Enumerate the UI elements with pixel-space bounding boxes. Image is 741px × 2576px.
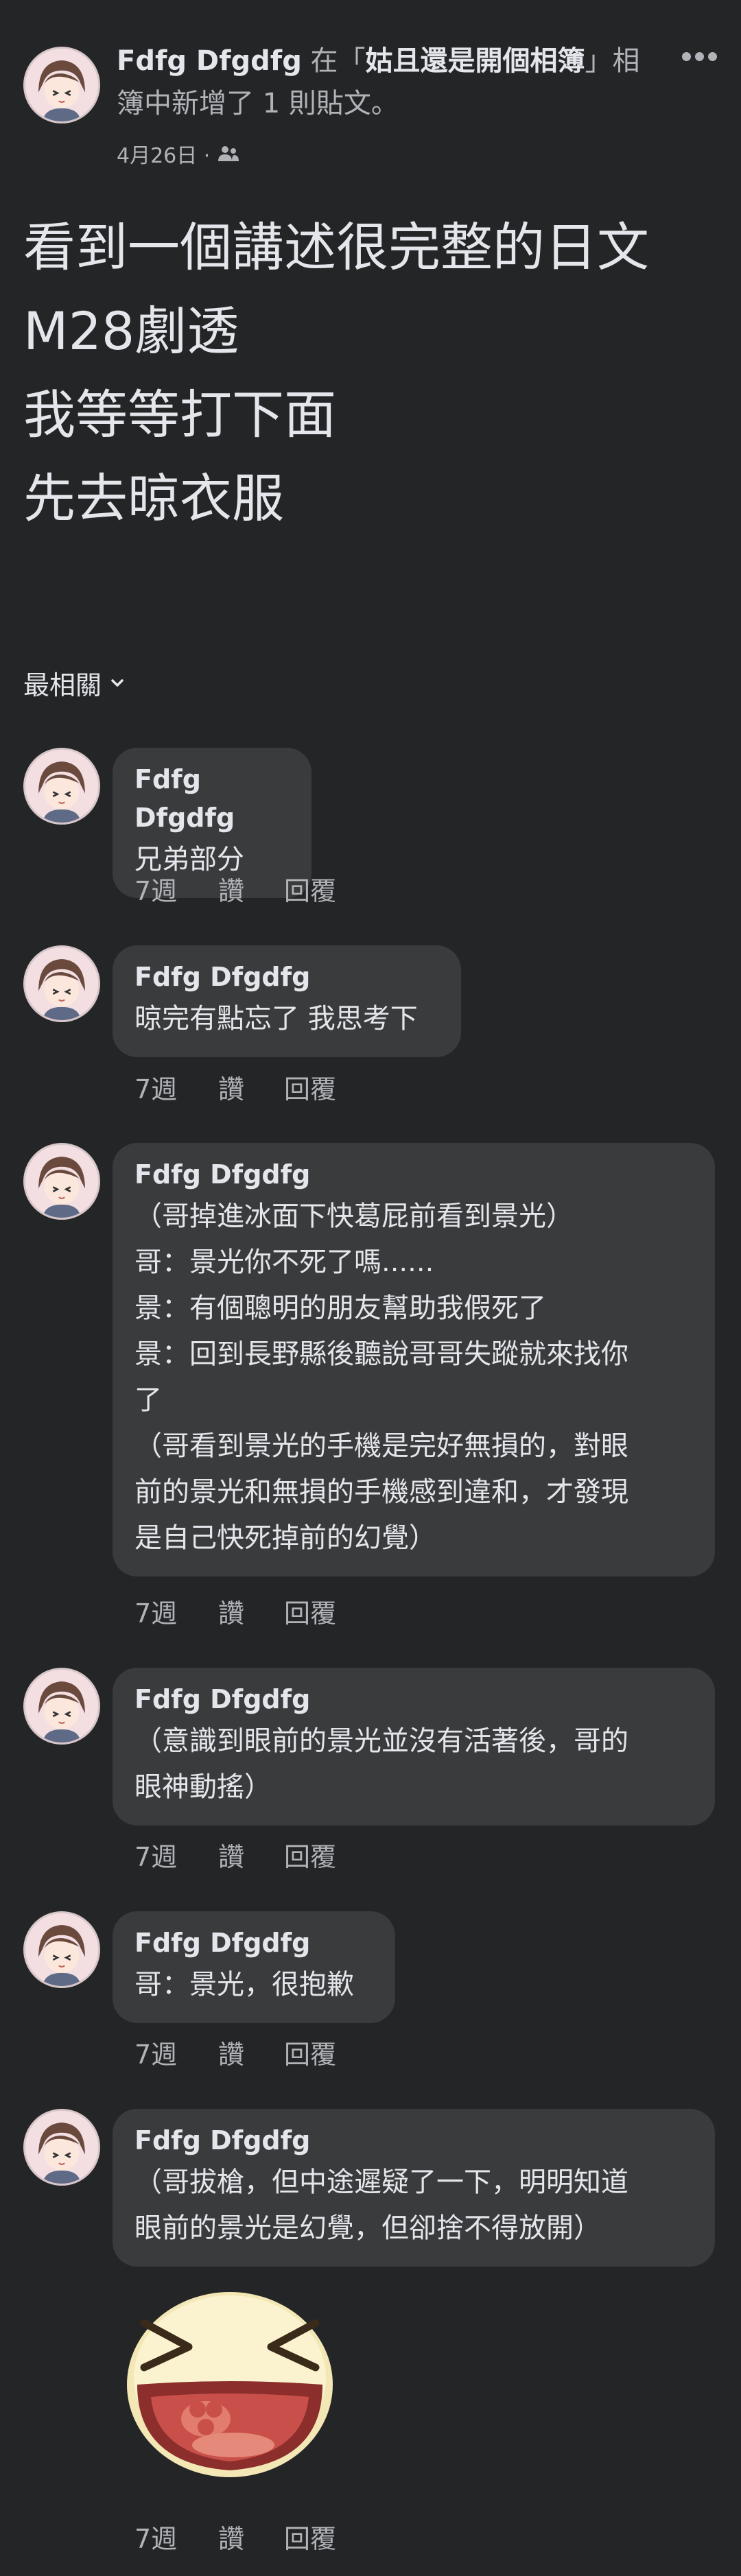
post-line: 看到一個講述很完整的日文 [23,217,649,278]
sticker-image[interactable] [124,2282,336,2481]
like-button[interactable]: 讚 [218,1068,284,1106]
comment-timestamp[interactable]: 7週 [134,2518,218,2555]
commenter-avatar[interactable] [23,1668,100,1745]
post-line: 我等等打下面 [23,384,336,445]
comment-timestamp[interactable]: 7週 [134,870,218,908]
reply-button[interactable]: 回覆 [284,1592,336,1630]
comment-text-line: 晾完有點忘了 我思考下 [134,1003,418,1035]
commenter-name[interactable]: Fdfg Dfgdfg [134,1155,693,1194]
avatar-illustration-icon [25,2111,98,2184]
reply-button[interactable]: 回覆 [284,2518,336,2555]
comment-text-line: 了 [134,1384,162,1416]
post-line: M28劇透 [23,300,239,362]
like-button[interactable]: 讚 [218,1836,284,1874]
avatar-illustration-icon [25,1145,98,1218]
laughing-face-sticker-icon [127,2292,333,2477]
sort-label: 最相關 [23,670,102,700]
comment-text-line: 是自己快死掉前的幻覺） [134,1522,436,1554]
header-pre-text: 在「 [301,45,366,77]
post-date[interactable]: 4月26日 · [117,139,210,169]
comment-text-line: （意識到眼前的景光並沒有活著後，哥的 [134,1725,628,1757]
comment-actions: 7週讚回覆 [134,2518,336,2555]
avatar-illustration-icon [25,49,98,121]
post-meta: 4月26日 · [117,139,240,169]
friends-icon [218,146,239,161]
like-button[interactable]: 讚 [218,870,284,908]
commenter-name[interactable]: Fdfg Dfgdfg [134,1924,373,1962]
post-header: Fdfg Dfgdfg 在「姑且還是開個相簿」相簿中新增了 1 則貼文。 4月2… [0,0,741,168]
commenter-avatar[interactable] [23,945,100,1022]
commenter-name[interactable]: Fdfg Dfgdfg [134,1680,693,1718]
like-button[interactable]: 讚 [218,1592,284,1630]
comment-actions: 7週讚回覆 [134,1836,336,1874]
commenter-avatar[interactable] [23,1143,100,1220]
post-header-text: Fdfg Dfgdfg 在「姑且還是開個相簿」相簿中新增了 1 則貼文。 [117,40,652,125]
reply-button[interactable]: 回覆 [284,1068,336,1106]
commenter-avatar[interactable] [23,748,100,825]
like-button[interactable]: 讚 [218,2033,284,2071]
post-author-avatar[interactable] [23,47,100,123]
commenter-avatar[interactable] [23,2109,100,2186]
comment-timestamp[interactable]: 7週 [134,1836,218,1874]
comment-bubble[interactable]: Fdfg Dfgdfg （意識到眼前的景光並沒有活著後，哥的 眼神動搖） [113,1668,715,1825]
avatar-illustration-icon [25,1913,98,1986]
comment-text-line: 前的景光和無損的手機感到違和，才發現 [134,1476,628,1508]
comment-timestamp[interactable]: 7週 [134,2033,218,2071]
comment-bubble[interactable]: Fdfg Dfgdfg （哥掉進冰面下快葛屁前看到景光） 哥：景光你不死了嗎....… [113,1143,715,1576]
comment-text-line: （哥看到景光的手機是完好無損的，對眼 [134,1430,628,1462]
avatar-illustration-icon [25,1670,98,1742]
reply-button[interactable]: 回覆 [284,870,336,908]
comment-text-line: 景：有個聰明的朋友幫助我假死了 [134,1292,546,1324]
comment-text-line: （哥拔槍，但中途遲疑了一下，明明知道 [134,2166,628,2198]
reply-button[interactable]: 回覆 [284,2033,336,2071]
comment-text-line: （哥掉進冰面下快葛屁前看到景光） [134,1201,574,1232]
comment-bubble[interactable]: Fdfg Dfgdfg 哥：景光，很抱歉 [113,1911,395,2023]
comment-text-line: 哥：景光你不死了嗎...... [134,1246,434,1278]
comment-text-line: 眼神動搖） [134,1771,272,1803]
post-line: 先去晾衣服 [23,468,284,529]
avatar-illustration-icon [25,947,98,1020]
comment-actions: 7週讚回覆 [134,1592,336,1630]
more-options-button[interactable] [682,51,722,71]
comment-sort-dropdown[interactable]: 最相關 [23,664,128,702]
comment-text-line: 眼前的景光是幻覺，但卻捨不得放開） [134,2212,601,2244]
like-button[interactable]: 讚 [218,2518,284,2555]
comment-actions: 7週讚回覆 [134,870,336,908]
chevron-down-icon [111,678,124,687]
comment-bubble[interactable]: Fdfg Dfgdfg （哥拔槍，但中途遲疑了一下，明明知道 眼前的景光是幻覺，但卻… [113,2109,715,2267]
commenter-name[interactable]: Fdfg Dfgdfg [134,760,290,837]
comment-bubble[interactable]: Fdfg Dfgdfg 晾完有點忘了 我思考下 [113,945,461,1057]
commenter-name[interactable]: Fdfg Dfgdfg [134,958,439,996]
post-body: 看到一個講述很完整的日文 M28劇透 我等等打下面 先去晾衣服 [23,206,716,541]
commenter-name[interactable]: Fdfg Dfgdfg [134,2121,693,2160]
reply-button[interactable]: 回覆 [284,1836,336,1874]
avatar-illustration-icon [25,750,98,823]
album-link[interactable]: 姑且還是開個相簿 [366,45,585,77]
post-author-name[interactable]: Fdfg Dfgdfg [117,45,302,77]
comment-text-line: 景：回到長野縣後聽說哥哥失蹤就來找你 [134,1338,628,1370]
comment-text-line: 哥：景光，很抱歉 [134,1969,354,2000]
commenter-avatar[interactable] [23,1911,100,1988]
comment-timestamp[interactable]: 7週 [134,1592,218,1630]
comment-actions: 7週讚回覆 [134,2033,336,2071]
comment-actions: 7週讚回覆 [134,1068,336,1106]
comment-timestamp[interactable]: 7週 [134,1068,218,1106]
